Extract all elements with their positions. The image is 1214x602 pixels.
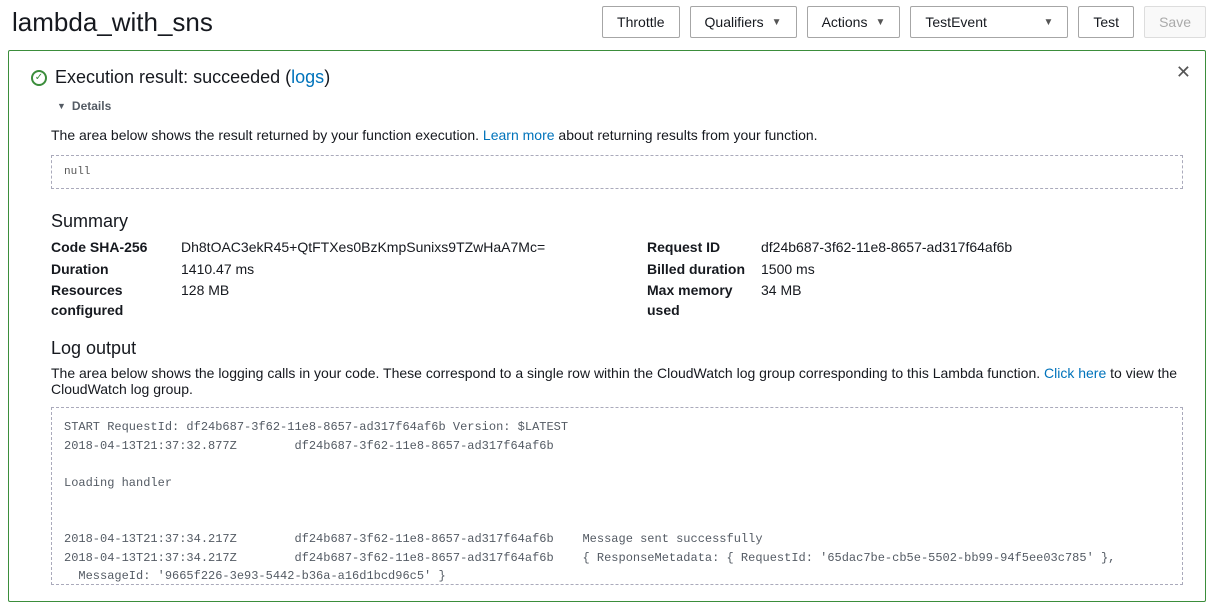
value-code-sha: Dh8tOAC3ekR45+QtFTXes0BzKmpSunixs9TZwHaA… — [181, 238, 647, 258]
summary-grid: Code SHA-256 Duration Resources configur… — [51, 238, 1183, 320]
summary-heading: Summary — [51, 211, 1183, 232]
label-max-mem: Max memory used — [647, 281, 761, 320]
throttle-button[interactable]: Throttle — [602, 6, 679, 38]
actions-label: Actions — [822, 14, 868, 30]
value-request-id: df24b687-3f62-11e8-8657-ad317f64af6b — [761, 238, 1183, 258]
returned-value-box: null — [51, 155, 1183, 189]
details-label: Details — [72, 99, 111, 113]
test-label: Test — [1093, 14, 1119, 30]
value-max-mem: 34 MB — [761, 281, 1183, 301]
returned-desc-after: about returning results from your functi… — [555, 127, 818, 143]
execution-result-panel: ✕ ✓ Execution result: succeeded (logs) ▼… — [8, 50, 1206, 602]
chevron-down-icon: ▼ — [772, 17, 782, 28]
function-title: lambda_with_sns — [8, 7, 213, 38]
value-resources: 128 MB — [181, 281, 647, 301]
log-output-heading: Log output — [51, 338, 1183, 359]
actions-dropdown[interactable]: Actions ▼ — [807, 6, 901, 38]
details-toggle[interactable]: ▼ Details — [29, 99, 111, 113]
log-output-box[interactable]: START RequestId: df24b687-3f62-11e8-8657… — [51, 407, 1183, 585]
test-button[interactable]: Test — [1078, 6, 1134, 38]
throttle-label: Throttle — [617, 14, 664, 30]
label-code-sha: Code SHA-256 — [51, 238, 181, 258]
qualifiers-dropdown[interactable]: Qualifiers ▼ — [690, 6, 797, 38]
value-billed: 1500 ms — [761, 260, 1183, 280]
result-heading: ✓ Execution result: succeeded (logs) — [29, 67, 1185, 88]
log-desc-before: The area below shows the logging calls i… — [51, 365, 1044, 381]
value-duration: 1410.47 ms — [181, 260, 647, 280]
label-resources: Resources configured — [51, 281, 181, 320]
label-billed: Billed duration — [647, 260, 761, 280]
exec-result-prefix: Execution result: — [55, 67, 193, 87]
triangle-down-icon: ▼ — [57, 101, 66, 111]
label-duration: Duration — [51, 260, 181, 280]
returned-desc-before: The area below shows the result returned… — [51, 127, 483, 143]
chevron-down-icon: ▼ — [875, 17, 885, 28]
close-icon[interactable]: ✕ — [1176, 63, 1191, 81]
click-here-link[interactable]: Click here — [1044, 365, 1106, 381]
returned-description: The area below shows the result returned… — [51, 127, 1183, 143]
log-description: The area below shows the logging calls i… — [51, 365, 1183, 397]
qualifiers-label: Qualifiers — [705, 14, 764, 30]
success-check-icon: ✓ — [31, 70, 47, 86]
label-request-id: Request ID — [647, 238, 761, 258]
chevron-down-icon: ▼ — [1043, 17, 1053, 28]
save-label: Save — [1159, 14, 1191, 30]
toolbar: Throttle Qualifiers ▼ Actions ▼ TestEvent ▼… — [602, 6, 1206, 38]
test-event-select[interactable]: TestEvent ▼ — [910, 6, 1068, 38]
exec-result-status: succeeded — [193, 67, 280, 87]
logs-link[interactable]: logs — [291, 67, 324, 87]
save-button: Save — [1144, 6, 1206, 38]
learn-more-link[interactable]: Learn more — [483, 127, 555, 143]
test-event-label: TestEvent — [925, 14, 986, 30]
header-bar: lambda_with_sns Throttle Qualifiers ▼ Act… — [8, 6, 1206, 38]
paren-close: ) — [324, 67, 330, 87]
paren-open: ( — [280, 67, 291, 87]
